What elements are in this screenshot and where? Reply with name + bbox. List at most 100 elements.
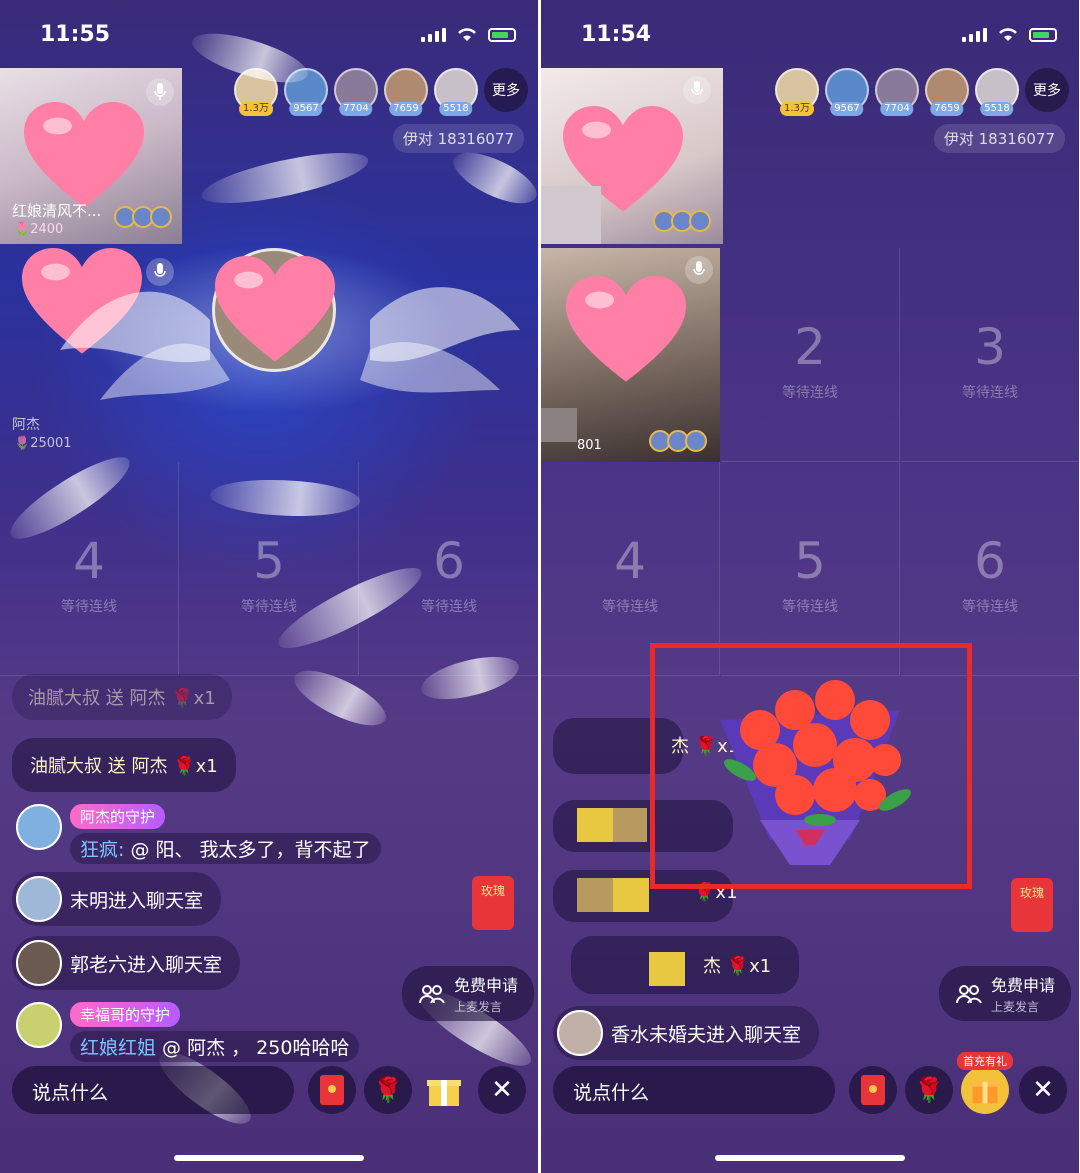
chat-message-faded: 油腻大叔 送 阿杰 🌹x1 — [12, 674, 232, 720]
signal-icon — [421, 26, 446, 42]
host-name: 红娘清风不... — [12, 202, 102, 220]
apply-mic-button[interactable]: 免费申请 上麦发言 — [402, 966, 535, 1021]
guest-score-value: 25001 — [30, 436, 72, 451]
viewer-avatar[interactable]: 5518 — [434, 68, 478, 116]
room-id: 伊对 18316077 — [933, 124, 1065, 153]
avatar[interactable] — [16, 876, 62, 922]
seat-waiting-label: 等待连线 — [602, 599, 658, 615]
join-text: 香水未婚夫进入聊天室 — [611, 1023, 802, 1046]
gift-button[interactable] — [961, 1066, 1009, 1114]
chat-username[interactable]: 狂疯: — [80, 839, 124, 861]
rose-icon: 🌹 — [914, 1076, 944, 1104]
room-id: 伊对 18316077 — [392, 124, 524, 153]
seat-2[interactable]: 2 等待连线 — [721, 248, 900, 462]
seat-waiting-label: 等待连线 — [61, 599, 117, 615]
chat-text: @ 阳、 我太多了，背不起了 — [124, 839, 371, 861]
close-button[interactable]: ✕ — [1019, 1066, 1067, 1114]
host-supporters — [114, 206, 172, 228]
viewer-badge: 7659 — [930, 102, 964, 116]
close-button[interactable]: ✕ — [478, 1066, 526, 1114]
redpack-button[interactable] — [308, 1066, 356, 1114]
gift-button[interactable] — [420, 1066, 468, 1114]
rose-gift-button[interactable]: 🌹 — [364, 1066, 412, 1114]
phone-screen-left: 11:55 红娘清风不... 🌷2400 1.3万 9567 7704 7659… — [0, 0, 538, 1173]
join-message: 香水未婚夫进入聊天室 — [553, 1006, 820, 1060]
gift-box-icon — [970, 1081, 1000, 1104]
seat-6[interactable]: 6 等待连线 — [360, 462, 538, 676]
redacted-name — [613, 808, 647, 842]
seat-number: 5 — [253, 532, 285, 590]
close-icon: ✕ — [1032, 1075, 1054, 1105]
viewer-badge: 9567 — [289, 102, 323, 116]
guard-tag: 幸福哥的守护 — [70, 1002, 181, 1027]
viewer-avatar[interactable]: 5518 — [975, 68, 1019, 116]
guest-video[interactable]: 801 — [541, 248, 720, 462]
redpack-label: 玫瑰 — [1019, 886, 1044, 900]
viewer-avatar[interactable]: 7704 — [334, 68, 378, 116]
guard-message-text: 狂疯: @ 阳、 我太多了，背不起了 — [70, 833, 381, 864]
redpack-button[interactable] — [849, 1066, 897, 1114]
redpack-icon — [861, 1075, 885, 1105]
more-viewers-button[interactable]: 更多 — [1025, 68, 1069, 112]
redacted-name — [649, 952, 685, 986]
seat-number: 4 — [614, 532, 646, 590]
viewer-avatar[interactable]: 1.3万 — [775, 68, 819, 116]
status-time: 11:55 — [40, 22, 111, 47]
viewer-badge: 7704 — [880, 102, 914, 116]
avatar[interactable] — [16, 1002, 62, 1048]
users-icon — [419, 984, 445, 1003]
guard-tag: 阿杰的守护 — [70, 804, 166, 829]
avatar[interactable] — [557, 1010, 603, 1056]
rose-redpack-icon[interactable]: 玫瑰 — [1011, 878, 1053, 932]
heart-sticker-icon — [24, 102, 144, 210]
viewer-badge: 1.3万 — [780, 102, 814, 116]
viewer-avatar[interactable]: 7659 — [925, 68, 969, 116]
seat-waiting-label: 等待连线 — [962, 385, 1018, 401]
rose-redpack-icon[interactable]: 玫瑰 — [472, 876, 514, 930]
seat-number: 4 — [73, 532, 105, 590]
join-message: 郭老六进入聊天室 — [12, 936, 241, 990]
chat-username[interactable]: 红娘红姐 — [80, 1037, 156, 1059]
seat-number: 3 — [974, 318, 1006, 376]
host-score-value: 2400 — [30, 222, 64, 237]
viewer-avatar[interactable]: 7704 — [875, 68, 919, 116]
highlight-box — [650, 643, 972, 889]
bottom-bar: 说点什么 🌹 ✕ — [12, 1066, 526, 1114]
apply-title: 免费申请 — [454, 976, 519, 995]
viewer-badge: 5518 — [439, 102, 473, 116]
viewer-avatar[interactable]: 7659 — [384, 68, 428, 116]
viewer-list: 1.3万 9567 7704 7659 5518 更多 — [775, 68, 1069, 116]
viewer-avatar[interactable]: 9567 — [825, 68, 869, 116]
seat-number: 5 — [794, 532, 826, 590]
guard-message-text: 红娘红姐 @ 阿杰 ， 250哈哈哈 — [70, 1031, 360, 1062]
viewer-badge: 1.3万 — [239, 102, 273, 116]
avatar[interactable] — [16, 940, 62, 986]
mic-icon[interactable] — [146, 78, 174, 106]
seat-number: 2 — [794, 318, 826, 376]
more-viewers-button[interactable]: 更多 — [484, 68, 528, 112]
apply-subtitle: 上麦发言 — [991, 1000, 1040, 1014]
phone-screen-right: 11:54 1.3万 9567 7704 7659 5518 更多 伊对 183… — [541, 0, 1079, 1173]
join-text: 末明进入聊天室 — [70, 889, 204, 912]
chat-text: @ 阿杰 ， 250哈哈哈 — [156, 1037, 350, 1059]
mic-icon[interactable] — [685, 256, 713, 284]
battery-icon — [1029, 28, 1057, 42]
host-video[interactable] — [541, 68, 723, 244]
status-icons — [962, 26, 1057, 42]
avatar[interactable] — [16, 804, 62, 850]
apply-mic-button[interactable]: 免费申请 上麦发言 — [939, 966, 1072, 1021]
mic-icon[interactable] — [683, 76, 711, 104]
seat-3[interactable]: 3 等待连线 — [901, 248, 1079, 462]
join-message: 末明进入聊天室 — [12, 872, 222, 926]
signal-icon — [962, 26, 987, 42]
wifi-icon — [458, 28, 476, 41]
viewer-badge: 7704 — [339, 102, 373, 116]
guard-message: 阿杰的守护 狂疯: @ 阳、 我太多了，背不起了 — [16, 804, 381, 864]
host-score: 🌷2400 — [14, 222, 64, 237]
chat-input[interactable]: 说点什么 — [553, 1066, 835, 1114]
seat-waiting-label: 等待连线 — [962, 599, 1018, 615]
apply-subtitle: 上麦发言 — [454, 1000, 503, 1014]
rose-gift-button[interactable]: 🌹 — [905, 1066, 953, 1114]
chat-input[interactable]: 说点什么 — [12, 1066, 294, 1114]
mic-icon[interactable] — [146, 258, 174, 286]
